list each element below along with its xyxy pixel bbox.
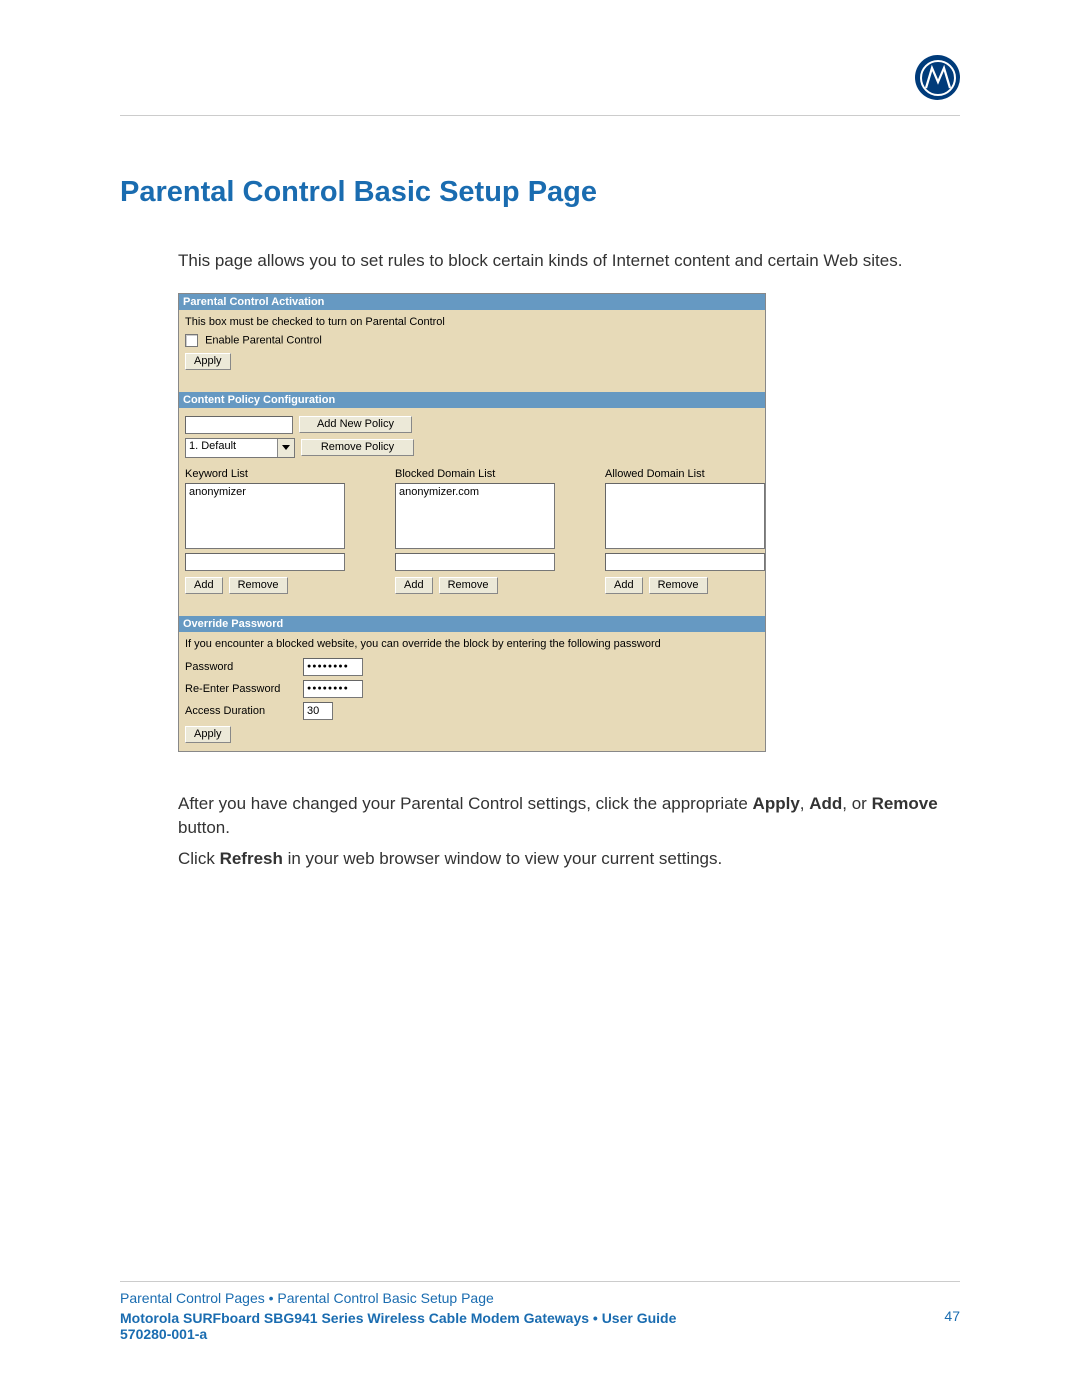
override-apply-button[interactable]: Apply bbox=[185, 726, 231, 743]
keyword-list-label: Keyword List bbox=[185, 468, 345, 480]
allowed-domain-column: Allowed Domain List Add Remove bbox=[605, 468, 765, 594]
blocked-domain-label: Blocked Domain List bbox=[395, 468, 555, 480]
keyword-listbox[interactable]: anonymizer bbox=[185, 483, 345, 549]
access-duration-label: Access Duration bbox=[185, 705, 303, 717]
reenter-password-label: Re-Enter Password bbox=[185, 683, 303, 695]
policy-header: Content Policy Configuration bbox=[179, 392, 765, 408]
policy-select-value: 1. Default bbox=[186, 439, 277, 457]
header-divider bbox=[120, 115, 960, 116]
override-note: If you encounter a blocked website, you … bbox=[185, 636, 759, 654]
allowed-domain-add-button[interactable]: Add bbox=[605, 577, 643, 594]
allowed-domain-listbox[interactable] bbox=[605, 483, 765, 549]
dropdown-arrow-icon bbox=[277, 439, 294, 457]
blocked-domain-add-button[interactable]: Add bbox=[395, 577, 433, 594]
keyword-list-column: Keyword List anonymizer Add Remove bbox=[185, 468, 345, 594]
intro-paragraph: This page allows you to set rules to blo… bbox=[178, 249, 960, 273]
enable-parental-control-label: Enable Parental Control bbox=[205, 334, 322, 346]
access-duration-input[interactable] bbox=[303, 702, 333, 720]
after-paragraph-2: Click Refresh in your web browser window… bbox=[178, 847, 960, 871]
override-header: Override Password bbox=[179, 616, 765, 632]
breadcrumb: Parental Control Pages • Parental Contro… bbox=[120, 1290, 960, 1306]
blocked-domain-column: Blocked Domain List anonymizer.com Add R… bbox=[395, 468, 555, 594]
activation-note: This box must be checked to turn on Pare… bbox=[185, 314, 759, 332]
config-panel: Parental Control Activation This box mus… bbox=[178, 293, 766, 752]
keyword-remove-button[interactable]: Remove bbox=[229, 577, 288, 594]
password-input[interactable]: ●●●●●●●● bbox=[303, 658, 363, 676]
add-new-policy-button[interactable]: Add New Policy bbox=[299, 416, 412, 433]
after-paragraph-1: After you have changed your Parental Con… bbox=[178, 792, 960, 840]
allowed-domain-label: Allowed Domain List bbox=[605, 468, 765, 480]
guide-title: Motorola SURFboard SBG941 Series Wireles… bbox=[120, 1310, 960, 1326]
password-label: Password bbox=[185, 661, 303, 673]
page-number: 47 bbox=[944, 1308, 960, 1324]
blocked-domain-remove-button[interactable]: Remove bbox=[439, 577, 498, 594]
blocked-domain-add-input[interactable] bbox=[395, 553, 555, 571]
page-title: Parental Control Basic Setup Page bbox=[120, 176, 960, 209]
keyword-add-input[interactable] bbox=[185, 553, 345, 571]
activation-apply-button[interactable]: Apply bbox=[185, 353, 231, 370]
allowed-domain-remove-button[interactable]: Remove bbox=[649, 577, 708, 594]
page-footer: Parental Control Pages • Parental Contro… bbox=[120, 1281, 960, 1342]
new-policy-name-input[interactable] bbox=[185, 416, 293, 434]
activation-header: Parental Control Activation bbox=[179, 294, 765, 310]
remove-policy-button[interactable]: Remove Policy bbox=[301, 439, 414, 456]
footer-divider bbox=[120, 1281, 960, 1282]
policy-select[interactable]: 1. Default bbox=[185, 438, 295, 458]
enable-parental-control-checkbox[interactable] bbox=[185, 334, 198, 347]
reenter-password-input[interactable]: ●●●●●●●● bbox=[303, 680, 363, 698]
blocked-domain-listbox[interactable]: anonymizer.com bbox=[395, 483, 555, 549]
keyword-add-button[interactable]: Add bbox=[185, 577, 223, 594]
document-number: 570280-001-a bbox=[120, 1326, 960, 1342]
allowed-domain-add-input[interactable] bbox=[605, 553, 765, 571]
motorola-logo-icon bbox=[915, 55, 960, 100]
